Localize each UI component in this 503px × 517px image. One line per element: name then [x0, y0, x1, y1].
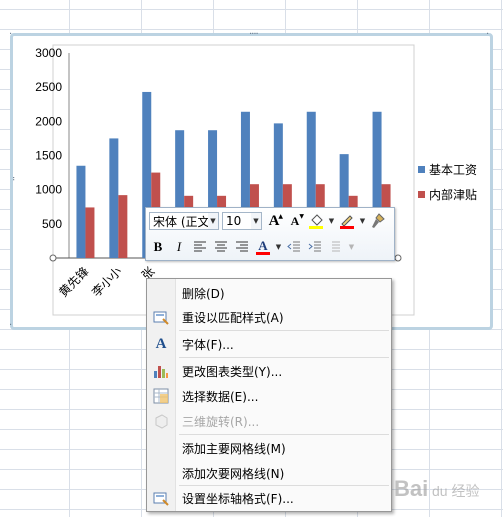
font-size-combo[interactable]: 10 ▼	[222, 212, 262, 230]
menu-item-reset-style[interactable]: 重设以匹配样式(A)	[147, 306, 391, 328]
reset-style-icon	[147, 309, 175, 325]
font-name-combo[interactable]: 宋体 (正文 ▼	[149, 212, 219, 230]
legend-swatch	[418, 191, 425, 198]
font-name-value: 宋体 (正文	[153, 214, 210, 229]
menu-item-label: 三维旋转(R)...	[182, 414, 260, 429]
text-direction-button	[327, 238, 345, 256]
menu-item-label: 添加主要网格线(M)	[182, 441, 286, 456]
pen-icon	[340, 215, 354, 229]
mini-toolbar: 宋体 (正文 ▼ 10 ▼ A ▲ A ▼ ▼ ▼ B I A ▼ ▼	[145, 207, 395, 261]
decrease-indent-icon	[287, 241, 300, 252]
bar	[109, 138, 119, 258]
menu-item-label: 添加次要网格线(N)	[182, 466, 285, 481]
legend-label: 基本工资	[429, 163, 478, 177]
menu-item-change-chart-type[interactable]: 更改图表类型(Y)...	[147, 360, 391, 382]
chevron-down-icon[interactable]: ▼	[251, 213, 261, 229]
menu-item-format-axis[interactable]: 设置坐标轴格式(F)...	[147, 487, 391, 509]
bar	[118, 195, 128, 258]
watermark-logo: Bai du 经验	[392, 466, 502, 512]
shrink-font-button[interactable]: A ▼	[286, 212, 304, 230]
select-data-icon	[147, 388, 175, 404]
fill-color-button[interactable]	[307, 212, 325, 230]
line-color-button[interactable]	[338, 212, 356, 230]
bold-button[interactable]: B	[149, 238, 167, 256]
italic-icon: I	[176, 239, 182, 254]
axis-selection-handle	[394, 254, 402, 262]
align-left-icon	[194, 241, 206, 252]
bar	[85, 207, 95, 258]
shrink-font-icon: A	[290, 213, 300, 228]
x-tick-label: 黄先锋	[56, 264, 91, 299]
decrease-indent-button[interactable]	[285, 238, 303, 256]
menu-item-font[interactable]: A 字体(F)...	[147, 333, 391, 355]
chevron-down-icon[interactable]: ▼	[275, 243, 282, 251]
menu-item-3d-rotation: 三维旋转(R)...	[147, 410, 391, 432]
3d-rotation-icon	[147, 413, 175, 429]
menu-item-label: 重设以匹配样式(A)	[182, 310, 284, 325]
fill-color-bar	[309, 226, 323, 229]
y-tick-label: 3000	[35, 46, 62, 60]
menu-item-delete[interactable]: 删除(D)	[147, 282, 391, 304]
chevron-down-icon: ▼	[348, 243, 355, 251]
align-center-icon	[215, 241, 227, 252]
legend-item-basic-salary[interactable]: 基本工资	[418, 161, 477, 178]
menu-item-label: 更改图表类型(Y)...	[182, 364, 283, 379]
font-color-button[interactable]: A	[254, 238, 272, 256]
align-left-button[interactable]	[191, 238, 209, 256]
chart-type-icon	[147, 363, 175, 379]
x-tick-label: 李小小	[88, 264, 124, 300]
chevron-down-icon[interactable]: ▼	[328, 217, 335, 225]
format-painter-icon	[372, 213, 385, 228]
text-direction-icon	[332, 241, 340, 252]
font-icon: A	[155, 335, 167, 352]
font-size-value: 10	[226, 214, 242, 228]
menu-separator	[179, 330, 389, 331]
chevron-down-icon[interactable]: ▼	[359, 217, 366, 225]
bold-icon: B	[153, 239, 163, 254]
legend-swatch	[418, 166, 425, 173]
menu-item-label: 删除(D)	[182, 286, 225, 301]
menu-item-add-major-gridlines[interactable]: 添加主要网格线(M)	[147, 437, 391, 459]
italic-button[interactable]: I	[170, 238, 188, 256]
y-tick-label: 1000	[35, 183, 62, 197]
font-color-bar	[256, 251, 270, 255]
format-axis-icon	[147, 490, 175, 506]
align-center-button[interactable]	[212, 238, 230, 256]
align-right-button[interactable]	[233, 238, 251, 256]
menu-item-label: 字体(F)...	[182, 337, 234, 352]
menu-item-add-minor-gridlines[interactable]: 添加次要网格线(N)	[147, 462, 391, 484]
axis-selection-handle	[49, 254, 57, 262]
menu-item-label: 设置坐标轴格式(F)...	[182, 491, 294, 506]
legend-item-allowance[interactable]: 内部津贴	[418, 186, 477, 203]
menu-item-label: 选择数据(E)...	[182, 389, 259, 404]
svg-text:du 经验: du 经验	[432, 483, 479, 499]
increase-indent-button[interactable]	[306, 238, 324, 256]
menu-separator	[179, 434, 389, 435]
context-menu: 删除(D) 重设以匹配样式(A) A 字体(F)... 更改图表类型(Y)...…	[146, 278, 392, 512]
y-tick-label: 2000	[35, 114, 62, 128]
y-tick-label: 1500	[35, 149, 62, 163]
svg-text:Bai: Bai	[394, 476, 428, 501]
align-right-icon	[236, 241, 248, 252]
menu-item-select-data[interactable]: 选择数据(E)...	[147, 385, 391, 407]
menu-separator	[179, 357, 389, 358]
menu-separator	[179, 485, 389, 486]
y-tick-label: 2500	[35, 80, 62, 94]
increase-indent-icon	[308, 241, 321, 252]
chevron-down-icon[interactable]: ▼	[208, 213, 218, 229]
font-color-icon: A	[258, 237, 268, 253]
legend-label: 内部津贴	[429, 188, 478, 202]
grow-font-button[interactable]: A ▲	[265, 212, 283, 230]
line-color-bar	[340, 226, 354, 229]
bar	[76, 165, 86, 258]
y-tick-label: 500	[42, 217, 62, 231]
paint-bucket-icon	[309, 214, 323, 229]
format-painter-button[interactable]	[369, 212, 387, 230]
